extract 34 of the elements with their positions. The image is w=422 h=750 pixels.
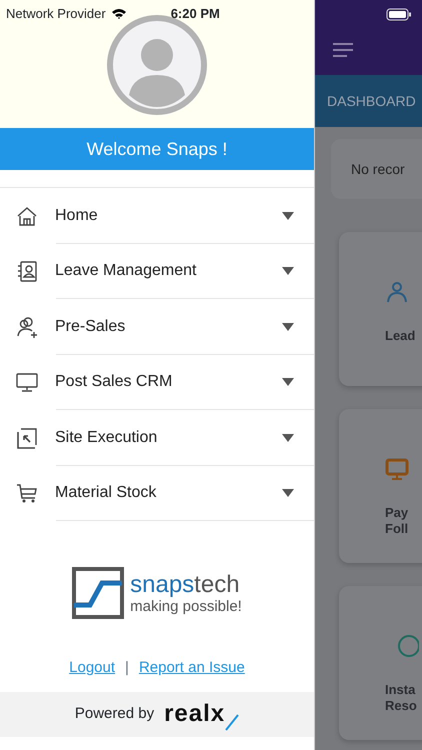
caret-icon (282, 489, 294, 498)
caret-icon (282, 322, 294, 331)
battery-icon (386, 8, 412, 20)
add-users-icon (15, 314, 39, 339)
logo-icon (72, 567, 124, 619)
tagline: making possible! (130, 598, 242, 614)
card-label: Insta (385, 682, 416, 698)
caret-icon (282, 267, 294, 276)
menu-item[interactable]: Site Execution (0, 410, 314, 466)
caret-icon (282, 212, 294, 220)
card-label: Foll (385, 521, 408, 538)
brand-logo-text: realx (164, 699, 226, 729)
separator: | (125, 658, 129, 678)
menu-icon[interactable] (333, 43, 353, 57)
caret-icon (282, 434, 294, 442)
carrier-text: Network Provider (6, 5, 106, 24)
menu-item[interactable]: Post Sales CRM (0, 354, 314, 410)
card-label: Pay (385, 505, 408, 522)
contact-card-icon (15, 259, 39, 284)
wifi-icon (110, 8, 127, 20)
check-icon (225, 714, 240, 732)
time-text: 6:20 PM (170, 5, 220, 24)
logo-text: snapstech (130, 572, 241, 596)
menu-item[interactable]: Home (0, 188, 314, 244)
menu-item[interactable]: Material Stock (0, 466, 314, 521)
arrow-square-icon (15, 426, 39, 450)
menu-item[interactable]: Leave Management (0, 244, 314, 299)
caret-icon (282, 378, 294, 386)
card-label: Reso (385, 698, 417, 714)
notice-card: No recor (331, 139, 422, 199)
welcome-banner: Welcome Snaps ! (0, 128, 314, 170)
powered-by-text: Powered by (74, 704, 154, 724)
menu-item[interactable]: Pre-Sales (0, 299, 314, 354)
card-label: Lead (385, 328, 416, 344)
